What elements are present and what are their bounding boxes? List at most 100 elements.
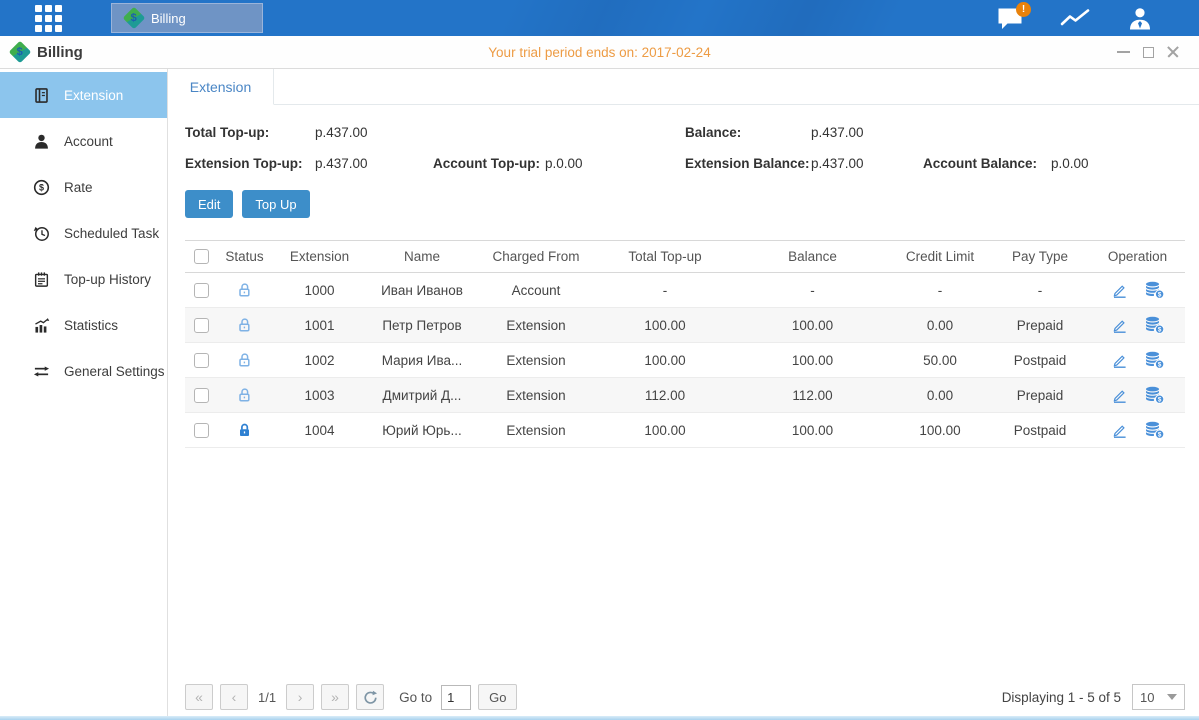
cell-status [217,422,272,439]
sidebar-item-account[interactable]: Account [0,118,167,164]
topbar: $ Billing ! [0,0,1199,36]
sidebar-item-label: Statistics [64,318,118,333]
titlebar: $ Billing Your trial period ends on: 201… [0,36,1199,69]
svg-text:$: $ [1157,361,1161,368]
lock-closed-icon [236,422,253,439]
cell-extension: 1001 [272,318,367,333]
extension-topup-label: Extension Top-up: [185,156,315,171]
cell-balance: 100.00 [735,318,890,333]
history-icon [33,271,51,288]
table-body: 1000Иван ИвановAccount----$1001Петр Петр… [185,273,1185,448]
sidebar-item-top-up-history[interactable]: Top-up History [0,256,167,302]
sidebar-item-rate[interactable]: $ Rate [0,164,167,210]
svg-text:$: $ [1157,326,1161,333]
sidebar-item-statistics[interactable]: Statistics [0,302,167,348]
prev-page-button[interactable]: ‹ [220,684,248,710]
cell-extension: 1004 [272,423,367,438]
messages-button[interactable]: ! [997,7,1023,30]
cell-extension: 1003 [272,388,367,403]
taskbar-item-billing[interactable]: $ Billing [111,3,263,33]
go-button[interactable]: Go [478,684,517,710]
refresh-button[interactable] [356,684,384,710]
user-button[interactable] [1127,7,1153,30]
sidebar-item-label: Rate [64,180,93,195]
cell-operation: $ [1090,281,1185,299]
cell-pay-type: Prepaid [990,318,1090,333]
cell-total-topup: 100.00 [595,353,735,368]
row-checkbox[interactable] [194,353,209,368]
page-size-value: 10 [1140,690,1154,705]
top-up-row-icon[interactable]: $ [1144,421,1165,439]
top-up-row-icon[interactable]: $ [1144,316,1165,334]
window-bottom-edge [0,716,1199,720]
row-checkbox[interactable] [194,423,209,438]
sidebar-item-general-settings[interactable]: General Settings [0,348,167,394]
row-checkbox[interactable] [194,318,209,333]
edit-row-icon[interactable] [1111,317,1128,334]
cell-name: Дмитрий Д... [367,388,477,403]
account-balance-value: p.0.00 [1051,156,1089,171]
tab-extension[interactable]: Extension [168,69,274,105]
lock-open-icon [236,352,253,369]
edit-row-icon[interactable] [1111,352,1128,369]
top-up-row-icon[interactable]: $ [1144,351,1165,369]
cell-credit-limit: 0.00 [890,318,990,333]
top-up-button[interactable]: Top Up [242,190,309,218]
summary-panel: Total Top-up: p.437.00 Extension Top-up:… [185,117,1185,179]
extension-topup-value: p.437.00 [315,156,433,171]
page-size-select[interactable]: 10 [1132,684,1185,710]
sliders-icon [33,363,51,380]
svg-text:$: $ [1157,291,1161,298]
select-all-checkbox[interactable] [194,249,209,264]
sidebar-item-extension[interactable]: Extension [0,72,167,118]
ledger-icon [33,87,51,104]
lock-open-icon [236,387,253,404]
svg-text:$: $ [39,182,44,192]
edit-button[interactable]: Edit [185,190,233,218]
extension-balance-value: p.437.00 [811,156,923,171]
maximize-button[interactable] [1143,47,1154,58]
column-header: Charged From [477,249,595,264]
table-row: 1003Дмитрий Д...Extension112.00112.000.0… [185,378,1185,413]
close-button[interactable] [1167,46,1179,58]
cell-credit-limit: 100.00 [890,423,990,438]
table-header: StatusExtensionNameCharged FromTotal Top… [185,240,1185,273]
person-icon [1127,7,1153,30]
extensions-table: StatusExtensionNameCharged FromTotal Top… [185,240,1185,448]
cell-charged-from: Extension [477,388,595,403]
edit-row-icon[interactable] [1111,387,1128,404]
row-checkbox[interactable] [194,283,209,298]
cell-pay-type: - [990,283,1090,298]
total-topup-label: Total Top-up: [185,125,315,140]
trial-notice: Your trial period ends on: 2017-02-24 [488,45,710,60]
sidebar-item-label: Account [64,134,113,149]
column-header: Extension [272,249,367,264]
next-page-button[interactable]: › [286,684,314,710]
column-header: Total Top-up [595,249,735,264]
tabstrip: Extension [168,69,1199,105]
last-page-button[interactable]: » [321,684,349,710]
cell-total-topup: 100.00 [595,423,735,438]
top-up-row-icon[interactable]: $ [1144,386,1165,404]
sidebar-item-scheduled-task[interactable]: Scheduled Task [0,210,167,256]
edit-row-icon[interactable] [1111,282,1128,299]
sidebar-item-label: Top-up History [64,272,151,287]
cell-name: Иван Иванов [367,283,477,298]
first-page-button[interactable]: « [185,684,213,710]
main-panel: Extension Total Top-up: p.437.00 Extensi… [168,69,1199,720]
app-grid-icon[interactable] [35,5,67,31]
cell-charged-from: Extension [477,318,595,333]
edit-row-icon[interactable] [1111,422,1128,439]
top-up-row-icon[interactable]: $ [1144,281,1165,299]
cell-operation: $ [1090,421,1185,439]
row-checkbox[interactable] [194,388,209,403]
cell-total-topup: - [595,283,735,298]
sidebar-item-label: General Settings [64,364,165,379]
reports-button[interactable] [1060,7,1090,30]
cell-credit-limit: 50.00 [890,353,990,368]
goto-page-input[interactable] [441,685,471,710]
table-row: 1002Мария Ива...Extension100.00100.0050.… [185,343,1185,378]
line-chart-icon [1060,7,1090,30]
cell-extension: 1002 [272,353,367,368]
minimize-button[interactable] [1117,51,1130,53]
